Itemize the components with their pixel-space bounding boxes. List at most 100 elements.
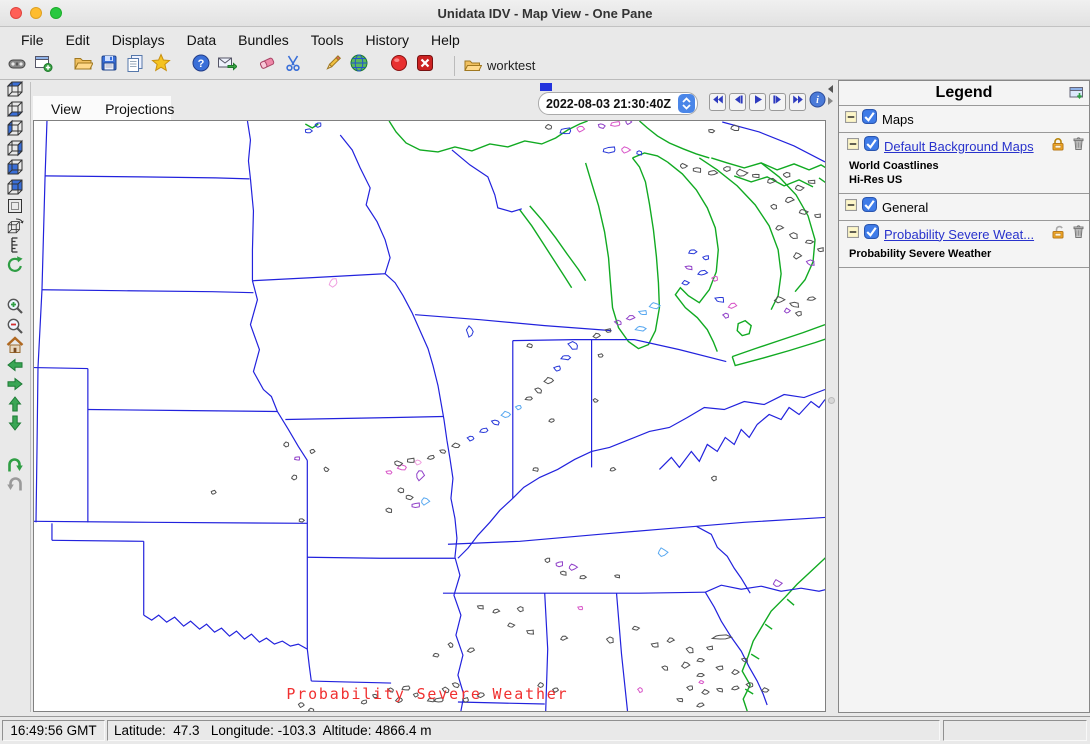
menu-history[interactable]: History — [354, 30, 420, 50]
probability-contour — [284, 442, 289, 447]
menu-file[interactable]: File — [10, 30, 55, 50]
menu-displays[interactable]: Displays — [101, 30, 176, 50]
collapse-toggle-icon[interactable] — [847, 137, 859, 155]
trash-icon[interactable] — [1072, 136, 1085, 156]
visibility-checkbox[interactable] — [864, 136, 879, 156]
step-forward-button[interactable] — [769, 93, 786, 111]
menu-edit[interactable]: Edit — [55, 30, 101, 50]
menu-tools[interactable]: Tools — [300, 30, 355, 50]
exit-idv-button[interactable] — [412, 54, 438, 78]
probability-contour — [783, 172, 789, 177]
probability-contour — [685, 266, 692, 270]
collapse-right-icon[interactable] — [828, 97, 833, 105]
state-border — [340, 135, 390, 274]
show-projection-manager-button[interactable] — [346, 54, 372, 78]
collapse-left-icon[interactable] — [828, 85, 833, 93]
undock-legend-button[interactable] — [1068, 84, 1085, 106]
probability-contour — [292, 475, 297, 480]
probability-contour — [728, 303, 736, 308]
lock-open-icon[interactable] — [1050, 224, 1066, 244]
add-favorite-button[interactable] — [148, 54, 174, 78]
step-back-button[interactable] — [729, 93, 746, 111]
probability-contour — [795, 185, 803, 190]
probability-contour — [310, 449, 315, 453]
time-stepper[interactable] — [678, 94, 695, 113]
show-projection-manager-icon — [349, 53, 369, 78]
collapse-toggle-icon[interactable] — [845, 110, 857, 128]
probability-contour — [711, 476, 716, 481]
legend-display-item: Default Background Maps — [839, 133, 1089, 159]
pan-down-button[interactable] — [4, 416, 26, 436]
probability-contour — [626, 121, 632, 124]
probability-contour — [561, 636, 568, 640]
menu-view[interactable]: View — [41, 99, 91, 119]
rewind-button[interactable] — [709, 93, 726, 111]
state-border — [45, 176, 249, 179]
probability-contour — [448, 643, 453, 648]
probability-contour — [651, 643, 658, 647]
window-titlebar[interactable]: Unidata IDV - Map View - One Pane — [0, 0, 1090, 27]
state-border — [247, 121, 250, 179]
probability-contour — [681, 163, 688, 168]
collapse-toggle-icon[interactable] — [845, 198, 857, 216]
probability-contour — [790, 302, 799, 307]
probability-contour — [545, 124, 551, 129]
redo-button[interactable] — [4, 477, 26, 497]
probability-contour — [535, 388, 542, 393]
state-border — [250, 281, 307, 461]
auto-rotate-icon — [5, 255, 25, 280]
map-view[interactable]: Probability Severe Weather — [33, 120, 826, 712]
probability-contour — [662, 666, 668, 670]
collapse-toggle-icon[interactable] — [847, 225, 859, 243]
state-border — [144, 615, 308, 649]
info-icon: i — [809, 91, 826, 113]
fast-forward-button[interactable] — [789, 93, 806, 111]
remove-data-and-displays-button[interactable] — [280, 54, 306, 78]
state-border — [443, 592, 705, 593]
open-bundle-button[interactable] — [70, 54, 96, 78]
probability-contour — [707, 646, 713, 650]
probability-contour — [627, 316, 635, 320]
time-selector[interactable]: 2022-08-03 21:30:40Z — [538, 92, 698, 115]
support-request-button[interactable] — [214, 54, 240, 78]
probability-contour — [632, 626, 639, 630]
edit-formulas-button[interactable] — [320, 54, 346, 78]
remove-displays-button[interactable] — [254, 54, 280, 78]
worktest-folder-button[interactable]: worktest — [463, 56, 535, 76]
display-control-link[interactable]: Probability Severe Weat... — [884, 227, 1045, 242]
panel-splitter[interactable] — [827, 80, 838, 713]
main-toolbar: ? worktest — [0, 52, 1090, 80]
svg-text:i: i — [816, 95, 819, 106]
splitter-handle[interactable] — [828, 397, 835, 404]
visibility-checkbox[interactable] — [862, 197, 877, 217]
auto-rotate-button[interactable] — [4, 258, 26, 278]
visibility-checkbox[interactable] — [864, 224, 879, 244]
probability-contour — [578, 606, 583, 609]
probability-contour — [398, 488, 404, 493]
save-bundle-button[interactable] — [96, 54, 122, 78]
record-movie-button[interactable] — [386, 54, 412, 78]
display-control-link[interactable]: Default Background Maps — [884, 139, 1045, 154]
visibility-checkbox[interactable] — [862, 109, 877, 129]
edit-formulas-icon — [323, 53, 343, 78]
play-button[interactable] — [749, 93, 766, 111]
probability-contour — [580, 576, 586, 579]
menu-data[interactable]: Data — [176, 30, 228, 50]
lock-closed-icon[interactable] — [1050, 136, 1066, 156]
probability-contour — [412, 503, 419, 507]
state-border — [285, 416, 443, 419]
probability-contour — [493, 609, 500, 613]
copy-display-button[interactable] — [122, 54, 148, 78]
trash-icon[interactable] — [1072, 224, 1085, 244]
animation-timeline-indicator[interactable] — [540, 83, 552, 91]
probability-contour — [635, 326, 646, 331]
menu-bundles[interactable]: Bundles — [227, 30, 300, 50]
menu-help[interactable]: Help — [420, 30, 471, 50]
map-canvas[interactable]: Probability Severe Weather — [34, 121, 825, 711]
state-border — [252, 274, 385, 281]
show-dashboard-button[interactable] — [4, 54, 30, 78]
menu-projections[interactable]: Projections — [95, 99, 184, 119]
new-view-window-button[interactable] — [30, 54, 56, 78]
show-help-button[interactable]: ? — [188, 54, 214, 78]
info-button[interactable]: i — [809, 93, 826, 111]
